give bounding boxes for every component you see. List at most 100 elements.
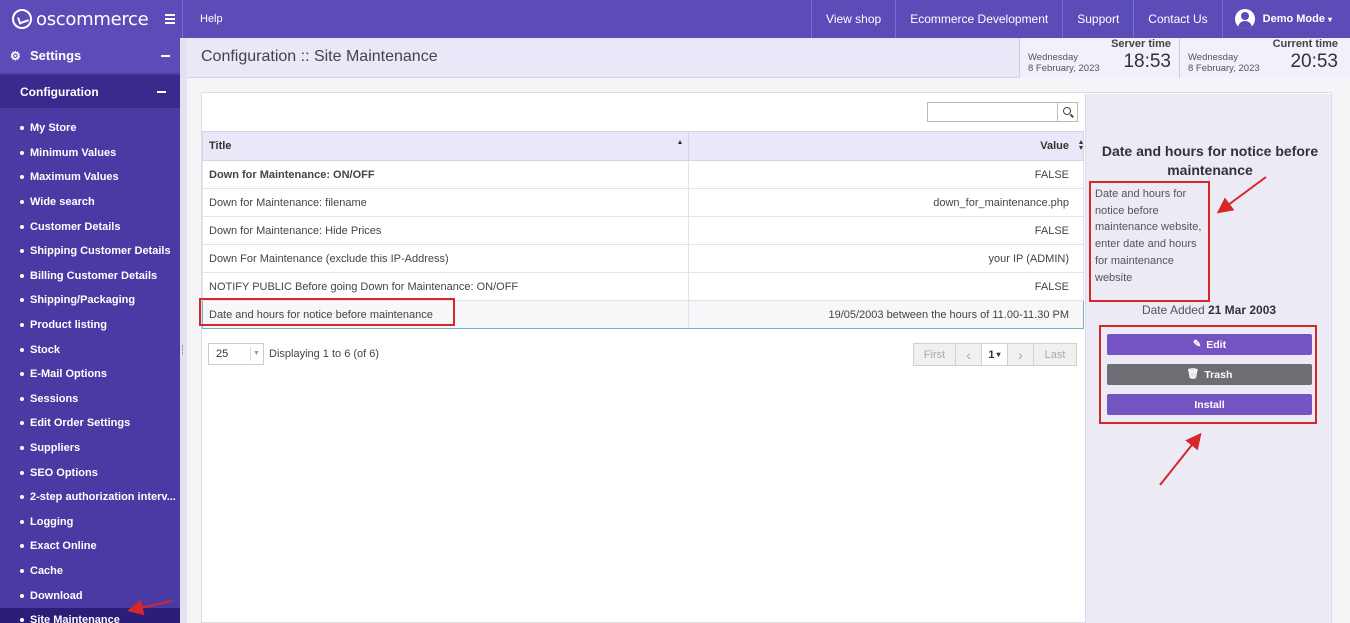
logo-text: oscommerce <box>36 8 149 30</box>
sidebar-item-2-step-authorization-interv[interactable]: 2-step authorization interv... <box>0 485 180 510</box>
table-row[interactable]: Down for Maintenance: ON/OFF FALSE <box>201 160 1084 189</box>
user-name: Demo Mode <box>1262 13 1325 25</box>
support-link[interactable]: Support <box>1062 0 1133 38</box>
current-date: Wednesday 8 February, 2023 <box>1188 52 1260 74</box>
bullet-icon <box>20 446 24 451</box>
sidebar-item-label: Shipping Customer Details <box>30 245 171 258</box>
bullet-icon <box>20 323 24 328</box>
cell-value: 19/05/2003 between the hours of 11.00-11… <box>688 300 1084 329</box>
search-button[interactable] <box>1058 102 1078 122</box>
info-title: Date and hours for notice before mainten… <box>1101 143 1319 178</box>
table-row[interactable]: Down for Maintenance: filename down_for_m… <box>201 188 1084 217</box>
last-page-button[interactable]: Last <box>1034 344 1076 365</box>
bullet-icon <box>20 372 24 377</box>
column-header-value[interactable]: Value <box>688 131 1084 161</box>
help-link[interactable]: Help <box>182 0 240 38</box>
cell-title: NOTIFY PUBLIC Before going Down for Main… <box>201 272 690 301</box>
prev-page-icon[interactable]: ‹ <box>956 344 982 365</box>
sidebar-item-site-maintenance[interactable]: Site Maintenance <box>0 607 180 623</box>
sidebar-section-label: Configuration <box>20 84 99 99</box>
sidebar-item-maximum-values[interactable]: Maximum Values <box>0 165 180 190</box>
bullet-icon <box>20 519 24 524</box>
collapse-icon[interactable] <box>157 90 166 93</box>
highlight-buttons <box>1099 325 1317 424</box>
sidebar-item-product-listing[interactable]: Product listing <box>0 313 180 338</box>
table-row[interactable]: Down for Maintenance: Hide Prices FALSE <box>201 216 1084 245</box>
table-row[interactable]: Down For Maintenance (exclude this IP-Ad… <box>201 244 1084 273</box>
bullet-icon <box>20 568 24 573</box>
sidebar-item-label: Shipping/Packaging <box>30 294 136 307</box>
sidebar-item-shipping-packaging[interactable]: Shipping/Packaging <box>0 288 180 313</box>
sidebar-item-label: 2-step authorization interv... <box>30 491 176 504</box>
top-bar: oscommerce Help View shop Ecommerce Deve… <box>0 0 1350 38</box>
view-shop-link[interactable]: View shop <box>811 0 895 38</box>
contact-us-link[interactable]: Contact Us <box>1133 0 1221 38</box>
bullet-icon <box>20 470 24 475</box>
bullet-icon <box>20 126 24 131</box>
sidebar-item-label: Product listing <box>30 319 107 332</box>
table-row[interactable]: NOTIFY PUBLIC Before going Down for Main… <box>201 272 1084 301</box>
user-menu[interactable]: Demo Mode ▾ <box>1221 0 1350 38</box>
caret-down-icon: ▾ <box>1327 14 1332 24</box>
sidebar-item-wide-search[interactable]: Wide search <box>0 190 180 215</box>
sidebar-item-billing-customer-details[interactable]: Billing Customer Details <box>0 264 180 289</box>
bullet-icon <box>20 347 24 352</box>
sidebar-resize-handle[interactable] <box>180 38 187 623</box>
sort-asc-icon <box>678 140 683 144</box>
user-avatar-icon <box>1234 9 1255 29</box>
current-time-label: Current time <box>1272 38 1338 50</box>
highlight-description <box>1089 181 1210 302</box>
page-select[interactable]: 1 ▾ <box>982 344 1008 365</box>
sidebar-item-stock[interactable]: Stock <box>0 337 180 362</box>
column-header-title[interactable]: Title <box>201 131 690 161</box>
sidebar-item-cache[interactable]: Cache <box>0 559 180 584</box>
sidebar-item-minimum-values[interactable]: Minimum Values <box>0 141 180 166</box>
sidebar-item-label: Maximum Values <box>30 171 119 184</box>
bullet-icon <box>20 200 24 205</box>
logo[interactable]: oscommerce <box>0 0 158 38</box>
sidebar-item-logging[interactable]: Logging <box>0 510 180 535</box>
sidebar-item-download[interactable]: Download <box>0 583 180 608</box>
collapse-icon[interactable] <box>161 54 170 57</box>
sidebar-item-label: Customer Details <box>30 220 121 233</box>
cell-value: FALSE <box>688 160 1084 189</box>
sidebar: ⚙ Settings Configuration My Store Minimum… <box>0 38 180 623</box>
sidebar-header-settings[interactable]: ⚙ Settings <box>0 38 180 73</box>
sidebar-item-edit-order-settings[interactable]: Edit Order Settings <box>0 411 180 436</box>
sidebar-item-label: Stock <box>30 343 60 356</box>
bullet-icon <box>20 175 24 180</box>
sidebar-item-my-store[interactable]: My Store <box>0 116 180 141</box>
sidebar-item-exact-online[interactable]: Exact Online <box>0 534 180 559</box>
search-input[interactable] <box>927 102 1058 122</box>
sidebar-item-label: Suppliers <box>30 442 81 455</box>
sidebar-item-label: My Store <box>30 122 77 135</box>
server-time-label: Server time <box>1111 38 1171 50</box>
sidebar-section-configuration[interactable]: Configuration <box>0 75 180 108</box>
sidebar-item-e-mail-options[interactable]: E-Mail Options <box>0 362 180 387</box>
cell-title: Down For Maintenance (exclude this IP-Ad… <box>201 244 690 273</box>
info-date-added: Date Added 21 Mar 2003 <box>1141 303 1277 317</box>
ecommerce-development-link[interactable]: Ecommerce Development <box>895 0 1062 38</box>
sidebar-item-customer-details[interactable]: Customer Details <box>0 214 180 239</box>
server-time: Server time Wednesday 8 February, 2023 18… <box>1019 38 1179 78</box>
sidebar-item-sessions[interactable]: Sessions <box>0 387 180 412</box>
bullet-icon <box>20 298 24 303</box>
bullet-icon <box>20 249 24 254</box>
current-time: Current time Wednesday 8 February, 2023 2… <box>1179 38 1350 78</box>
bullet-icon <box>20 495 24 500</box>
sidebar-item-label: E-Mail Options <box>30 368 107 381</box>
first-page-button[interactable]: First <box>914 344 956 365</box>
next-page-icon[interactable]: › <box>1008 344 1034 365</box>
sidebar-item-shipping-customer-details[interactable]: Shipping Customer Details <box>0 239 180 264</box>
sidebar-item-suppliers[interactable]: Suppliers <box>0 436 180 461</box>
menu-toggle-icon[interactable] <box>158 0 182 38</box>
cell-value: FALSE <box>688 272 1084 301</box>
sidebar-item-label: Edit Order Settings <box>30 417 131 430</box>
bullet-icon <box>20 150 24 155</box>
cell-value: FALSE <box>688 216 1084 245</box>
sidebar-item-seo-options[interactable]: SEO Options <box>0 460 180 485</box>
cell-title: Down for Maintenance: filename <box>201 188 690 217</box>
page-size-select[interactable]: 25 ▼ <box>208 343 264 365</box>
sidebar-item-label: Logging <box>30 515 74 528</box>
bullet-icon <box>20 544 24 549</box>
